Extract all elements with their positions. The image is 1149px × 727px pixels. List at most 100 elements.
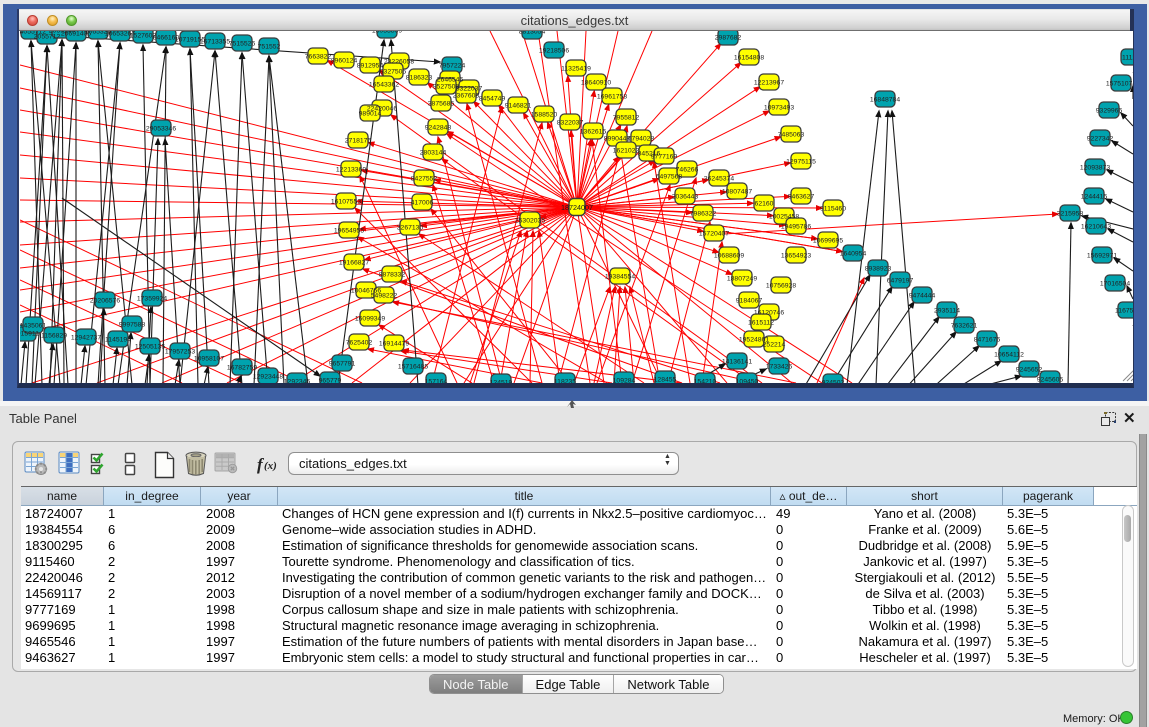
svg-text:10756928: 10756928 <box>766 283 796 290</box>
svg-text:12093873: 12093873 <box>1080 165 1110 172</box>
svg-text:1362615: 1362615 <box>580 129 607 136</box>
svg-text:157164: 157164 <box>425 379 448 384</box>
svg-text:15720407: 15720407 <box>699 231 729 238</box>
svg-text:11325419: 11325419 <box>561 66 591 73</box>
svg-text:9329966: 9329966 <box>1096 108 1123 115</box>
svg-text:12975115: 12975115 <box>786 159 816 166</box>
svg-text:9245652: 9245652 <box>1016 367 1043 374</box>
svg-text:16154808: 16154808 <box>734 55 764 62</box>
svg-text:2646546: 2646546 <box>437 77 464 84</box>
svg-text:6794028: 6794028 <box>628 136 655 143</box>
svg-text:10654112: 10654112 <box>994 352 1024 359</box>
svg-text:8186323: 8186323 <box>406 75 433 82</box>
svg-text:25302035: 25302035 <box>515 218 545 225</box>
svg-text:252214: 252214 <box>763 342 786 349</box>
svg-text:12213967: 12213967 <box>754 80 784 87</box>
svg-text:924502: 924502 <box>822 380 845 384</box>
svg-text:7632621: 7632621 <box>951 323 978 330</box>
svg-text:109284: 109284 <box>613 378 636 384</box>
svg-text:16033809: 16033809 <box>372 31 402 35</box>
svg-text:17016504: 17016504 <box>1100 281 1130 288</box>
svg-text:9327505: 9327505 <box>380 69 407 76</box>
svg-text:9242848: 9242848 <box>425 125 452 132</box>
svg-text:12505135: 12505135 <box>135 344 165 351</box>
svg-text:16120746: 16120746 <box>754 310 784 317</box>
svg-text:6497568: 6497568 <box>656 174 683 181</box>
svg-text:15716485: 15716485 <box>398 364 428 371</box>
svg-text:10025458: 10025458 <box>769 214 799 221</box>
svg-text:118235: 118235 <box>554 379 576 384</box>
svg-text:8990448: 8990448 <box>604 136 631 143</box>
svg-text:9474444: 9474444 <box>909 293 936 300</box>
svg-text:12923448: 12923448 <box>253 374 283 381</box>
svg-text:36245374: 36245374 <box>704 176 734 183</box>
svg-text:9463627: 9463627 <box>788 194 815 201</box>
svg-text:16914479: 16914479 <box>379 341 409 348</box>
svg-text:12213369: 12213369 <box>336 167 366 174</box>
svg-text:16099349: 16099349 <box>355 316 385 323</box>
svg-text:8938923: 8938923 <box>865 266 892 273</box>
svg-text:18807249: 18807249 <box>727 276 757 283</box>
svg-text:16210643: 16210643 <box>1081 224 1111 231</box>
svg-text:1588520: 1588520 <box>531 112 558 119</box>
svg-text:16713355: 16713355 <box>200 39 230 46</box>
svg-text:8471676: 8471676 <box>974 337 1001 344</box>
svg-text:2718176: 2718176 <box>345 138 372 145</box>
svg-text:23226058: 23226058 <box>384 59 414 66</box>
svg-text:16848784: 16848784 <box>870 97 900 104</box>
svg-text:9245605: 9245605 <box>1037 377 1064 384</box>
svg-text:19218506: 19218506 <box>539 48 569 55</box>
svg-text:3215958: 3215958 <box>1057 211 1084 218</box>
svg-text:8813054: 8813054 <box>519 31 546 36</box>
svg-text:3875685: 3875685 <box>428 101 455 108</box>
svg-text:11124: 11124 <box>1122 55 1133 62</box>
svg-text:2036443: 2036443 <box>672 194 699 201</box>
svg-text:965779: 965779 <box>319 378 342 384</box>
svg-text:5498222: 5498222 <box>371 293 398 300</box>
svg-text:5322037: 5322037 <box>456 86 483 93</box>
svg-text:8960124: 8960124 <box>331 58 358 65</box>
svg-text:2987682: 2987682 <box>715 35 742 42</box>
svg-text:7485063: 7485063 <box>778 132 805 139</box>
svg-text:10688609: 10688609 <box>714 253 744 260</box>
svg-text:1145194: 1145194 <box>105 337 131 344</box>
svg-text:16543362: 16543362 <box>369 82 399 89</box>
svg-text:29053346: 29053346 <box>146 126 176 133</box>
svg-text:19384554: 19384554 <box>605 274 635 281</box>
svg-text:109450: 109450 <box>736 379 759 384</box>
svg-text:1292345: 1292345 <box>284 379 311 384</box>
svg-text:7625402: 7625402 <box>346 340 373 347</box>
svg-text:9997588: 9997588 <box>119 322 146 329</box>
svg-text:1615112: 1615112 <box>748 320 774 327</box>
svg-text:3915911: 3915911 <box>20 331 39 338</box>
svg-text:(x): (x) <box>264 460 277 472</box>
svg-text:14136141: 14136141 <box>722 359 752 366</box>
svg-text:15692971: 15692971 <box>1087 253 1117 260</box>
svg-text:16782759: 16782759 <box>227 365 257 372</box>
svg-text:751552: 751552 <box>258 44 281 51</box>
svg-text:10807487: 10807487 <box>722 189 752 196</box>
svg-text:10973493: 10973493 <box>764 105 794 112</box>
svg-text:8454749: 8454749 <box>479 96 506 103</box>
svg-text:10699695: 10699695 <box>813 238 843 245</box>
svg-text:7515526: 7515526 <box>229 41 256 48</box>
svg-text:8427552: 8427552 <box>411 176 438 183</box>
svg-text:20206576: 20206576 <box>90 298 120 305</box>
svg-text:9115460: 9115460 <box>820 206 846 213</box>
svg-text:10958107: 10958107 <box>194 356 224 363</box>
svg-text:7957224: 7957224 <box>439 63 466 70</box>
svg-text:1435061: 1435061 <box>20 323 46 330</box>
svg-text:1156829: 1156829 <box>41 333 67 340</box>
svg-text:1640954: 1640954 <box>840 251 867 258</box>
svg-text:19495786: 19495786 <box>781 224 811 231</box>
svg-text:9227342: 9227342 <box>1087 136 1114 143</box>
svg-text:746266: 746266 <box>676 167 699 174</box>
svg-text:16961758: 16961758 <box>597 94 627 101</box>
svg-text:1621022: 1621022 <box>613 148 640 155</box>
svg-text:12942737: 12942737 <box>71 335 101 342</box>
svg-text:16107553: 16107553 <box>331 199 361 206</box>
svg-text:18640910: 18640910 <box>581 80 611 87</box>
svg-text:7986322: 7986322 <box>690 211 717 218</box>
svg-text:17359924: 17359924 <box>137 296 167 303</box>
svg-text:989014: 989014 <box>359 111 382 118</box>
